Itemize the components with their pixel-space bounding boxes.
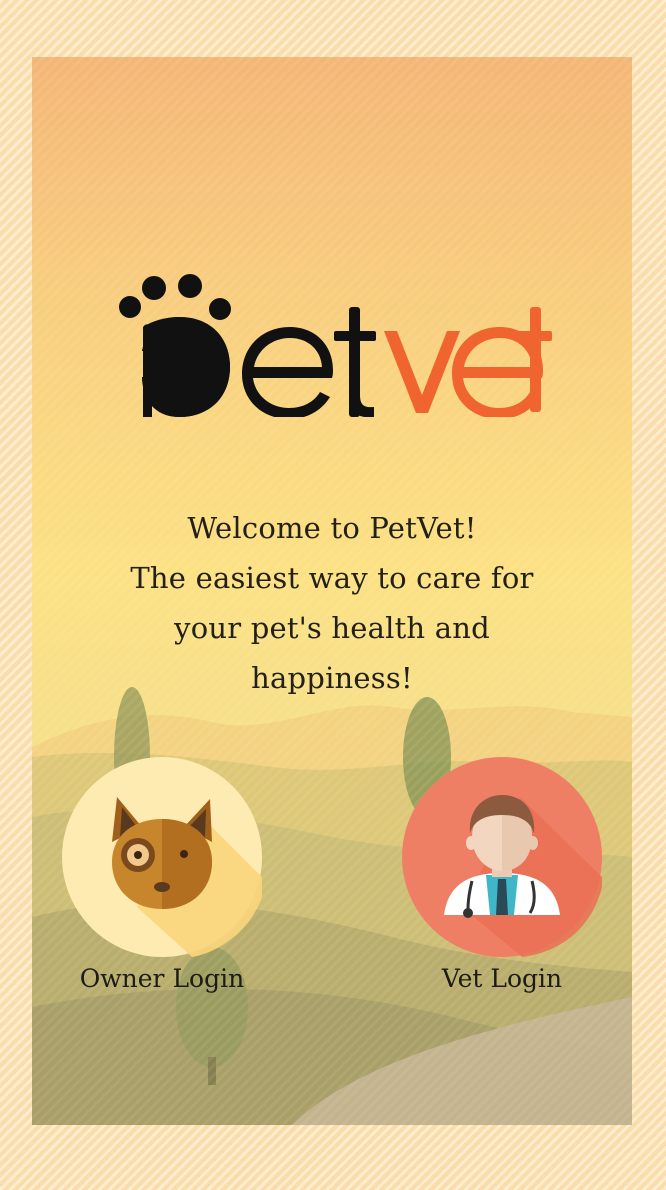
- app-screen: pet vet Welcome to PetVet! The easiest w…: [32, 57, 632, 1125]
- petvet-logo: pet vet: [119, 274, 552, 417]
- vet-login-label[interactable]: Vet Login: [400, 963, 604, 995]
- paw-toe: [209, 298, 231, 320]
- dog-icon: [62, 757, 262, 957]
- paw-toe: [142, 276, 166, 300]
- paw-toe: [178, 274, 202, 298]
- welcome-line-2: The easiest way to care for: [130, 561, 534, 595]
- vet-login-button[interactable]: Vet Login: [400, 757, 604, 995]
- welcome-line-3: your pet's health and: [174, 611, 490, 645]
- owner-login-button[interactable]: Owner Login: [60, 757, 264, 995]
- doctor-icon: [402, 757, 602, 957]
- paw-toe: [119, 296, 141, 318]
- welcome-line-4: happiness!: [251, 661, 413, 695]
- welcome-message: Welcome to PetVet! The easiest way to ca…: [122, 503, 542, 703]
- owner-login-label[interactable]: Owner Login: [60, 963, 264, 995]
- welcome-line-1: Welcome to PetVet!: [187, 511, 477, 545]
